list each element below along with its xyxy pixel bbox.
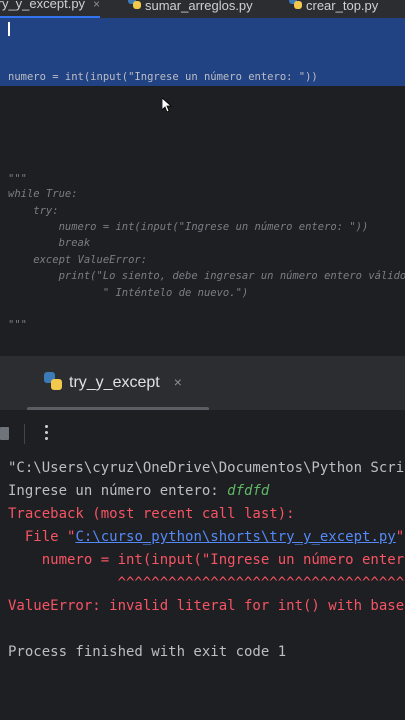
code-line: numero = int(input("Ingrese un número en…: [8, 221, 369, 233]
tab-label: sumar_arreglos.py: [145, 0, 253, 13]
tab-label: try_y_except.py: [0, 0, 86, 11]
tab-try-y-except[interactable]: try_y_except.py ×: [0, 0, 101, 18]
console-command-line: "C:\Users\cyruz\OneDrive\Documentos\Pyth…: [8, 460, 405, 476]
tab-crear-top[interactable]: crear_top.py: [289, 0, 378, 18]
close-icon[interactable]: ×: [93, 0, 100, 11]
code-line: """: [8, 319, 27, 331]
console-prompt-line: Ingrese un número entero: dfdfd: [8, 483, 269, 499]
traceback-file-line: File "C:\curso_python\shorts\try_y_excep…: [8, 529, 404, 545]
tab-sumar-arreglos[interactable]: sumar_arreglos.py: [128, 0, 253, 18]
toolbar-divider: [24, 424, 25, 444]
stop-icon[interactable]: [0, 427, 9, 440]
python-icon: [289, 0, 302, 9]
python-icon: [128, 0, 141, 9]
file-path-link[interactable]: C:\curso_python\shorts\try_y_except.py: [75, 529, 395, 545]
more-options-icon[interactable]: [45, 423, 49, 445]
close-icon[interactable]: ×: [174, 374, 182, 390]
run-tab-label: try_y_except: [69, 374, 160, 392]
error-message: ValueError: invalid literal for int() wi…: [8, 598, 405, 614]
code-line: except ValueError:: [8, 254, 148, 266]
run-toolbar: [0, 410, 405, 456]
tab-label: crear_top.py: [306, 0, 379, 13]
traceback-header: Traceback (most recent call last):: [8, 506, 295, 522]
traceback-caret-line: ^^^^^^^^^^^^^^^^^^^^^^^^^^^^^^^^^^^^: [8, 575, 405, 591]
code-line: print("Lo siento, debe ingresar un númer…: [8, 270, 405, 282]
text-cursor: [8, 22, 10, 36]
code-line: while True:: [8, 188, 78, 200]
editor-tab-bar: try_y_except.py × sumar_arreglos.py crear…: [0, 0, 405, 18]
prompt-text: Ingrese un número entero:: [8, 483, 228, 499]
code-line: """: [8, 173, 27, 185]
selected-code-line: numero = int(input("Ingrese un número en…: [8, 71, 318, 83]
traceback-code-line: numero = int(input("Ingrese un número en…: [8, 552, 405, 568]
run-tab-try-y-except[interactable]: try_y_except ×: [44, 372, 182, 392]
exit-message: Process finished with exit code 1: [8, 644, 287, 660]
code-line: try:: [8, 205, 59, 217]
code-line: break: [8, 237, 91, 249]
python-icon: [44, 372, 62, 390]
code-line: " Inténtelo de nuevo."): [8, 287, 249, 299]
code-editor[interactable]: numero = int(input("Ingrese un número en…: [0, 18, 405, 356]
file-prefix: File ": [8, 529, 76, 545]
file-suffix: ": [395, 529, 405, 545]
user-input-text: dfdfd: [227, 483, 270, 499]
